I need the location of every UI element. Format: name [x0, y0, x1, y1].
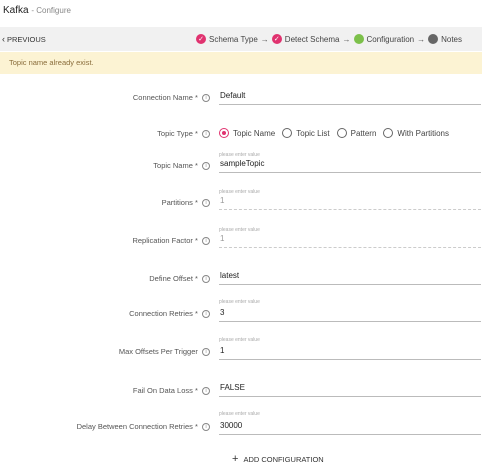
wizard-steps: ✓ Schema Type → ✓ Detect Schema → Config…: [196, 32, 462, 46]
field-label: Delay Between Connection Retries * i: [76, 422, 210, 432]
radio-topic-name[interactable]: Topic Name: [219, 128, 275, 138]
input-underline: [219, 321, 481, 322]
radio-label: Topic Name: [233, 128, 276, 138]
label-text: Max Offsets Per Trigger: [118, 347, 198, 356]
step-notes[interactable]: Notes: [428, 34, 462, 44]
input-value: Default: [220, 91, 246, 100]
label-text: Topic Type *: [157, 129, 198, 138]
error-alert: Topic name already exist.: [0, 52, 482, 74]
field-label: Connection Retries * i: [129, 309, 210, 319]
info-icon[interactable]: i: [202, 130, 210, 139]
label-text: Fail On Data Loss *: [132, 386, 198, 395]
current-step-icon: [353, 34, 364, 44]
field-label: Topic Name * i: [153, 161, 210, 171]
label-text: Partitions *: [161, 198, 198, 207]
radio-topic-list[interactable]: Topic List: [282, 128, 330, 138]
input-value: 1: [220, 196, 225, 205]
radio-label: Topic List: [296, 128, 330, 138]
label-text: Delay Between Connection Retries *: [76, 422, 198, 431]
radio-label: Pattern: [350, 128, 377, 138]
step-detect-schema[interactable]: ✓ Detect Schema: [271, 34, 340, 44]
input-underline: [219, 209, 481, 210]
previous-label: PREVIOUS: [7, 34, 46, 44]
input-value: 1: [220, 234, 225, 243]
info-icon[interactable]: i: [202, 348, 210, 357]
select-value: FALSE: [220, 383, 245, 392]
info-icon[interactable]: i: [202, 162, 210, 171]
field-label: Fail On Data Loss * i: [132, 386, 210, 396]
label-text: Topic Name *: [153, 161, 198, 170]
input-underline: [219, 359, 481, 360]
step-label: Configuration: [366, 34, 415, 44]
input-underline: [219, 396, 481, 397]
input-hint: please enter value: [219, 152, 260, 158]
arrow-icon: →: [342, 34, 351, 44]
radio-label: With Partitions: [397, 128, 449, 138]
step-label: Notes: [441, 34, 462, 44]
add-configuration-label: ADD CONFIGURATION: [243, 454, 324, 464]
info-icon[interactable]: i: [202, 94, 210, 103]
radio-with-partitions[interactable]: With Partitions: [383, 128, 449, 138]
input-underline: [219, 172, 481, 173]
info-icon[interactable]: i: [202, 310, 210, 319]
page-subtitle: - Configure: [31, 6, 71, 15]
input-underline: [219, 104, 481, 105]
radio-unselected-icon: [336, 128, 347, 138]
info-icon[interactable]: i: [202, 423, 210, 432]
label-text: Define Offset *: [149, 274, 198, 283]
info-icon[interactable]: i: [202, 387, 210, 396]
field-label: Define Offset * i: [149, 274, 210, 284]
step-schema-type[interactable]: ✓ Schema Type: [196, 34, 258, 44]
field-label: Partitions * i: [161, 198, 210, 208]
input-value: 3: [220, 308, 225, 317]
field-label: Topic Type * i: [157, 129, 210, 139]
label-text: Connection Retries *: [129, 309, 198, 318]
wizard-navbar: ‹ PREVIOUS ✓ Schema Type → ✓ Detect Sche…: [0, 27, 482, 51]
chevron-left-icon: ‹: [2, 34, 5, 44]
alert-message: Topic name already exist.: [9, 58, 94, 67]
radio-selected-icon: [219, 128, 229, 138]
page-header: Kafka - Configure: [0, 0, 482, 22]
plus-icon: +: [232, 453, 239, 465]
input-value: 30000: [220, 421, 243, 430]
input-value: sampleTopic: [220, 159, 265, 168]
input-hint: please enter value: [219, 189, 260, 195]
info-icon[interactable]: i: [202, 237, 210, 246]
input-hint: please enter value: [219, 411, 260, 417]
input-underline: [219, 284, 481, 285]
label-text: Replication Factor *: [132, 236, 198, 245]
check-icon: ✓: [271, 34, 282, 44]
arrow-icon: →: [260, 34, 269, 44]
page-title: Kafka - Configure: [3, 5, 71, 16]
radio-unselected-icon: [383, 128, 394, 138]
field-label: Connection Name * i: [132, 93, 210, 103]
step-label: Detect Schema: [284, 34, 340, 44]
input-value: 1: [220, 346, 225, 355]
input-hint: please enter value: [219, 227, 260, 233]
step-label: Schema Type: [209, 34, 258, 44]
select-value: latest: [220, 271, 240, 280]
add-configuration-button[interactable]: + ADD CONFIGURATION: [232, 453, 324, 465]
input-underline: [219, 247, 481, 248]
previous-button[interactable]: ‹ PREVIOUS: [0, 27, 50, 51]
input-hint: please enter value: [219, 337, 260, 343]
info-icon[interactable]: i: [202, 199, 210, 208]
info-icon[interactable]: i: [202, 275, 210, 284]
pending-step-icon: [428, 34, 439, 44]
label-text: Connection Name *: [132, 93, 198, 102]
arrow-icon: →: [417, 34, 426, 44]
field-label: Replication Factor * i: [132, 236, 210, 246]
step-configuration[interactable]: Configuration: [353, 34, 415, 44]
topic-type-radio-group: Topic Name Topic List Pattern With Parti…: [219, 128, 456, 138]
field-label: Max Offsets Per Trigger i: [118, 347, 210, 357]
input-underline: [219, 434, 481, 435]
radio-unselected-icon: [282, 128, 293, 138]
title-text: Kafka: [3, 5, 29, 16]
radio-pattern[interactable]: Pattern: [336, 128, 377, 138]
input-hint: please enter value: [219, 299, 260, 305]
check-icon: ✓: [196, 34, 207, 44]
